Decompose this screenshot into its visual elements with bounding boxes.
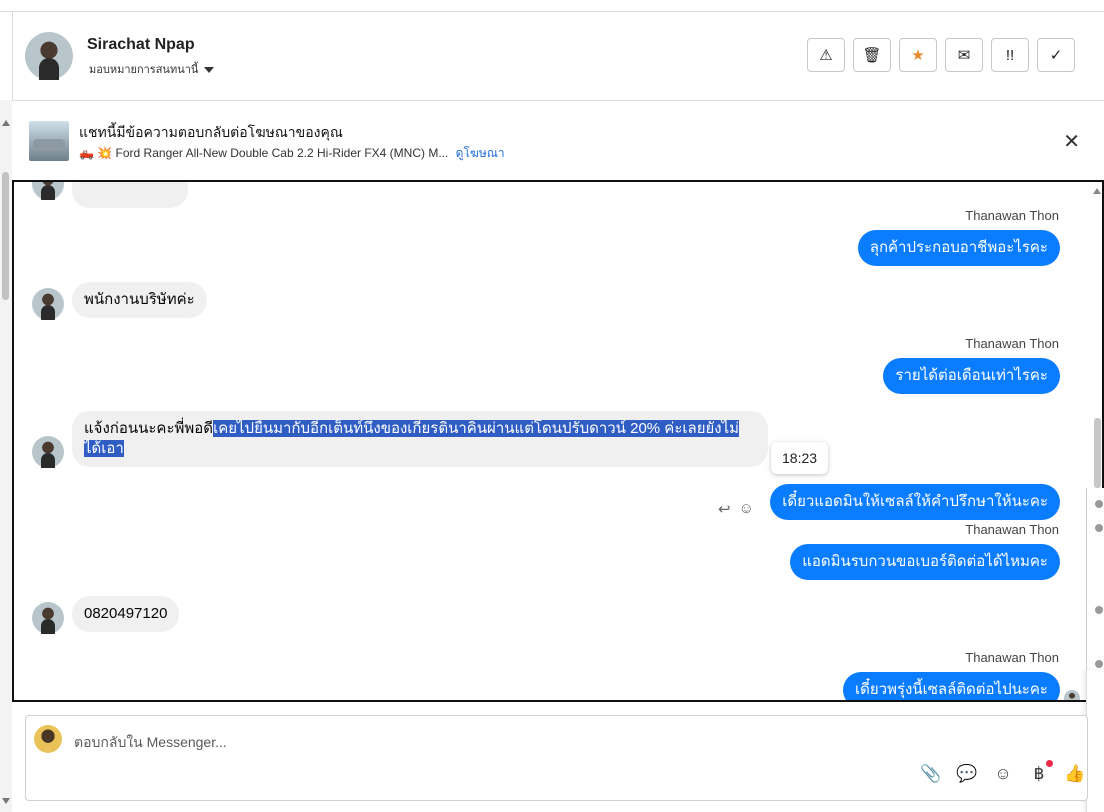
notification-dot <box>1046 760 1053 767</box>
top-border <box>0 0 1104 12</box>
mark-unread-button[interactable]: ✉ <box>945 38 983 72</box>
message-sender: Thanawan Thon <box>965 650 1059 665</box>
warning-icon: ⚠ <box>819 47 833 64</box>
check-icon: ✓ <box>1049 47 1063 64</box>
message-sender: Thanawan Thon <box>965 336 1059 351</box>
attachment-icon[interactable]: 📎 <box>919 764 943 784</box>
page-avatar <box>34 725 62 753</box>
scroll-up-icon[interactable] <box>1093 188 1101 194</box>
header-actions: ⚠ 🗑 ★ ✉ !! ✓ <box>807 38 1075 72</box>
assign-conversation-dropdown[interactable]: มอบหมายการสนทนานี้ <box>89 60 215 78</box>
close-icon[interactable]: ✕ <box>1063 129 1080 154</box>
timestamp-tooltip: 18:23 <box>771 442 829 474</box>
reply-composer[interactable]: ตอบกลับใน Messenger... 📎 💬 ☺ ฿ 👍 <box>25 715 1088 801</box>
contact-avatar-small <box>32 436 64 468</box>
side-panel-edge <box>1086 488 1104 698</box>
message-sender: Thanawan Thon <box>965 208 1059 223</box>
outgoing-message[interactable]: แอดมินรบกวนขอเบอร์ติดต่อได้ไหมคะ <box>790 544 1060 580</box>
outgoing-message[interactable]: รายได้ต่อเดือนเท่าไรคะ <box>883 358 1060 394</box>
incoming-message[interactable]: 0820497120 <box>72 596 180 632</box>
thumbs-up-icon[interactable]: 👍 <box>1063 764 1087 784</box>
reply-icon[interactable]: ↩ <box>718 500 731 518</box>
message-thread[interactable]: Thanawan Thon ลุกค้าประกอบอาชีพอะไรคะ พน… <box>12 180 1104 702</box>
left-scrollbar[interactable] <box>0 100 12 812</box>
baht-glyph: ฿ <box>1033 764 1045 783</box>
ad-reply-banner: แชทนี้มีข้อความตอบกลับต่อโฆษณาของคุณ 🛻 💥… <box>12 101 1104 181</box>
contact-avatar[interactable] <box>25 32 73 80</box>
follow-up-button[interactable]: !! <box>991 38 1029 72</box>
outgoing-message[interactable]: ลุกค้าประกอบอาชีพอะไรคะ <box>857 230 1060 266</box>
trash-icon: 🗑 <box>862 47 882 64</box>
ad-banner-title: แชทนี้มีข้อความตอบกลับต่อโฆษณาของคุณ <box>79 124 343 140</box>
scroll-thumb[interactable] <box>1094 418 1101 488</box>
scroll-up-icon[interactable] <box>2 120 10 126</box>
thumbnail-icon <box>1095 660 1103 668</box>
side-popup-edge <box>1086 670 1104 812</box>
message-sender: Thanawan Thon <box>965 522 1059 537</box>
mail-icon: ✉ <box>957 47 971 64</box>
composer-toolbar: 📎 💬 ☺ ฿ 👍 <box>919 760 1087 784</box>
priority-icon: !! <box>1005 46 1015 64</box>
reply-input[interactable]: ตอบกลับใน Messenger... <box>74 732 227 754</box>
baht-icon[interactable]: ฿ <box>1027 760 1053 784</box>
caret-down-icon <box>204 67 215 74</box>
incoming-message[interactable]: พนักงานบริษัทค่ะ <box>72 282 207 318</box>
ad-banner-subtitle: 🛻 💥 Ford Ranger All-New Double Cab 2.2 H… <box>79 144 505 163</box>
view-ad-link[interactable]: ดูโฆษณา <box>456 146 505 160</box>
assign-label: มอบหมายการสนทนานี้ <box>89 64 199 76</box>
message-text: แจ้งก่อนนะคะพี่พอดี <box>84 420 214 437</box>
partial-message-bubble[interactable] <box>72 182 188 208</box>
chat-bubble-icon[interactable]: 💬 <box>955 764 979 784</box>
contact-avatar-small <box>32 182 64 200</box>
react-emoji-icon[interactable]: ☺ <box>739 500 754 518</box>
scroll-down-icon[interactable] <box>2 798 10 804</box>
thumbnail-icon <box>1095 606 1103 614</box>
contact-name[interactable]: Sirachat Npap <box>87 36 195 54</box>
seen-avatar <box>1064 690 1080 700</box>
contact-avatar-small <box>32 602 64 634</box>
delete-button[interactable]: 🗑 <box>853 38 891 72</box>
ad-title-text: 🛻 💥 Ford Ranger All-New Double Cab 2.2 H… <box>79 146 449 160</box>
emoji-icon[interactable]: ☺ <box>991 764 1015 784</box>
scroll-thumb[interactable] <box>2 172 9 300</box>
conversation-header: Sirachat Npap มอบหมายการสนทนานี้ ⚠ 🗑 ★ ✉… <box>12 12 1104 101</box>
star-icon: ★ <box>911 47 925 64</box>
thumbnail-icon <box>1095 500 1103 508</box>
thumbnail-icon <box>1095 524 1103 532</box>
incoming-message-selected[interactable]: แจ้งก่อนนะคะพี่พอดีเคยไปยื่นมากับอีกเต็น… <box>72 411 768 467</box>
mark-done-button[interactable]: ✓ <box>1037 38 1075 72</box>
outgoing-message[interactable]: เดี๋ยวแอดมินให้เซลล์ให้คำปรึกษาให้นะคะ <box>770 484 1060 520</box>
star-button[interactable]: ★ <box>899 38 937 72</box>
report-button[interactable]: ⚠ <box>807 38 845 72</box>
contact-avatar-small <box>32 288 64 320</box>
message-actions: ↩ ☺ <box>718 500 754 518</box>
ad-thumbnail[interactable] <box>29 121 69 161</box>
outgoing-message[interactable]: เดี๋ยวพรุ่งนี้เซลล์ติดต่อไปนะคะ <box>843 672 1060 700</box>
